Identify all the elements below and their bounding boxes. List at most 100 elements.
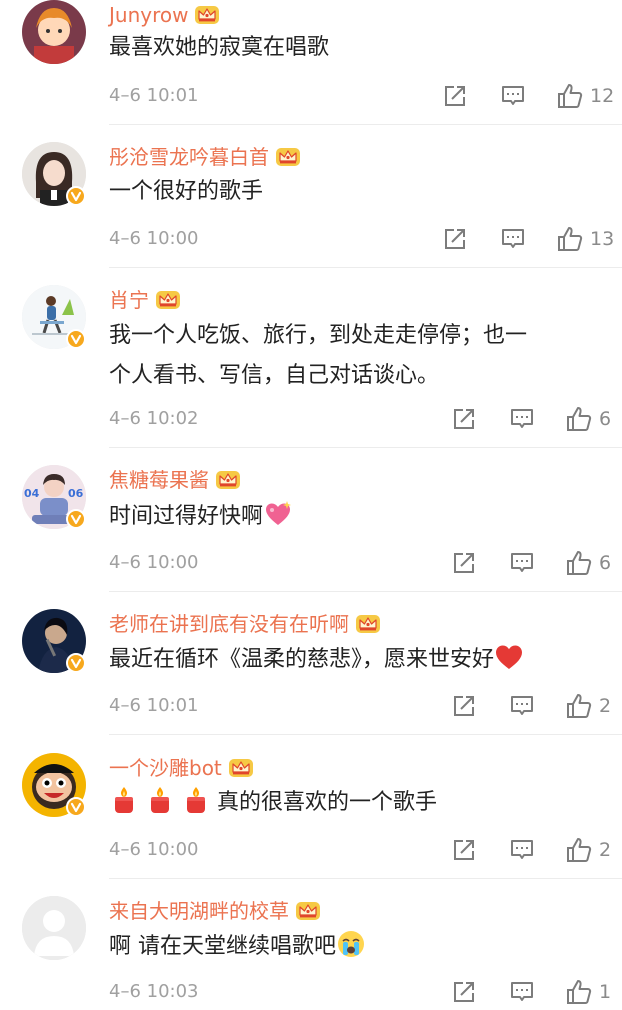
username[interactable]: Junyrow bbox=[109, 0, 220, 30]
username[interactable]: 来自大明湖畔的校草 bbox=[109, 896, 321, 926]
crown-badge-icon bbox=[215, 469, 241, 491]
like-button[interactable]: 1 bbox=[565, 976, 611, 1008]
like-button[interactable]: 2 bbox=[565, 834, 611, 866]
reply-button[interactable] bbox=[509, 406, 535, 432]
like-count: 12 bbox=[590, 85, 615, 107]
repost-button[interactable] bbox=[451, 550, 477, 576]
like-count: 13 bbox=[590, 228, 615, 250]
repost-button[interactable] bbox=[451, 837, 477, 863]
verified-v-icon bbox=[66, 186, 86, 206]
comment-text-line: 最喜欢她的寂寞在唱歌 bbox=[109, 28, 604, 68]
comment-actions: 4–6 10:01 2 bbox=[0, 690, 622, 722]
crown-badge-icon bbox=[228, 757, 254, 779]
avatar[interactable] bbox=[22, 0, 86, 64]
comment-icon bbox=[500, 229, 526, 256]
repost-button[interactable] bbox=[451, 693, 477, 719]
comment-actions: 4–6 10:00 6 bbox=[0, 547, 622, 579]
repost-icon bbox=[442, 229, 468, 256]
repost-icon bbox=[451, 696, 477, 723]
reply-button[interactable] bbox=[509, 979, 535, 1005]
repost-button[interactable] bbox=[451, 406, 477, 432]
comment-text-content: 啊 请在天堂继续唱歌吧 bbox=[109, 934, 336, 959]
username-text: 一个沙雕bot bbox=[109, 756, 222, 780]
comment-item: 彤沧雪龙吟暮白首一个很好的歌手 4–6 10:00 13 bbox=[0, 142, 622, 268]
thumbs-up-icon bbox=[565, 978, 593, 1006]
reply-button[interactable] bbox=[500, 226, 526, 252]
timestamp: 4–6 10:00 bbox=[109, 228, 199, 249]
like-button[interactable]: 6 bbox=[565, 403, 611, 435]
username[interactable]: 老师在讲到底有没有在听啊 bbox=[109, 609, 381, 639]
repost-button[interactable] bbox=[442, 83, 468, 109]
thumbs-up-icon bbox=[565, 836, 593, 864]
like-button[interactable]: 13 bbox=[556, 223, 614, 255]
comment-actions: 4–6 10:00 13 bbox=[0, 223, 622, 255]
comment-text-line: 一个很好的歌手 bbox=[109, 172, 604, 212]
reply-button[interactable] bbox=[509, 693, 535, 719]
timestamp: 4–6 10:00 bbox=[109, 839, 199, 860]
comment-text-line: 真的很喜欢的一个歌手 bbox=[109, 783, 604, 823]
red-heart-emoji bbox=[494, 642, 524, 672]
comment-item: 老师在讲到底有没有在听啊最近在循环《温柔的慈悲》，愿来世安好 4–6 10:01 2 bbox=[0, 609, 622, 735]
avatar[interactable] bbox=[22, 896, 86, 960]
thumbs-up-icon bbox=[565, 405, 593, 433]
comment-text: 最喜欢她的寂寞在唱歌 bbox=[109, 28, 604, 68]
comment-text-line: 最近在循环《温柔的慈悲》，愿来世安好 bbox=[109, 640, 604, 680]
comment-actions: 4–6 10:03 1 bbox=[0, 976, 622, 1008]
avatar-text-left: 04 bbox=[24, 487, 40, 500]
comment-text-line: 啊 请在天堂继续唱歌吧 bbox=[109, 927, 604, 967]
comment-text-content: 个人看书、写信，自己对话谈心。 bbox=[109, 363, 440, 388]
verified-v-icon bbox=[66, 329, 86, 349]
divider bbox=[109, 878, 622, 879]
username[interactable]: 肖宁 bbox=[109, 285, 181, 315]
comment-text: 真的很喜欢的一个歌手 bbox=[109, 783, 604, 823]
reply-button[interactable] bbox=[509, 837, 535, 863]
crown-badge-icon bbox=[355, 613, 381, 635]
reply-button[interactable] bbox=[509, 550, 535, 576]
verified-v-icon bbox=[66, 509, 86, 529]
comment-icon bbox=[500, 86, 526, 113]
comment-text: 一个很好的歌手 bbox=[109, 172, 604, 212]
comment-text-content: 最近在循环《温柔的慈悲》，愿来世安好 bbox=[109, 647, 495, 672]
repost-button[interactable] bbox=[451, 979, 477, 1005]
comment-text: 啊 请在天堂继续唱歌吧 bbox=[109, 927, 604, 967]
verified-v-icon bbox=[66, 797, 86, 817]
candle-emoji bbox=[181, 785, 211, 815]
repost-icon bbox=[451, 840, 477, 867]
crown-badge-icon bbox=[295, 900, 321, 922]
avatar-text-right: 06 bbox=[68, 487, 84, 500]
comment-text: 时间过得好快啊 bbox=[109, 497, 604, 537]
like-button[interactable]: 6 bbox=[565, 547, 611, 579]
crying-face-emoji bbox=[336, 929, 366, 959]
username[interactable]: 彤沧雪龙吟暮白首 bbox=[109, 142, 301, 172]
comment-item: 一个沙雕bot 真的很喜欢的一个歌手 4–6 10:00 2 bbox=[0, 753, 622, 879]
thumbs-up-icon bbox=[565, 692, 593, 720]
like-button[interactable]: 2 bbox=[565, 690, 611, 722]
comment-text: 最近在循环《温柔的慈悲》，愿来世安好 bbox=[109, 640, 604, 680]
username-text: Junyrow bbox=[109, 3, 189, 27]
comment-icon bbox=[509, 553, 535, 580]
comment-actions: 4–6 10:02 6 bbox=[0, 403, 622, 435]
username[interactable]: 焦糖莓果酱 bbox=[109, 465, 241, 495]
comment-item: 来自大明湖畔的校草啊 请在天堂继续唱歌吧 4–6 10:03 1 bbox=[0, 896, 622, 1004]
crown-badge-icon bbox=[155, 289, 181, 311]
repost-icon bbox=[451, 409, 477, 436]
username[interactable]: 一个沙雕bot bbox=[109, 753, 254, 783]
comment-item: 肖宁 我一个人吃饭、旅行，到处走走停停；也一个人看书、写信，自己对话谈心。 4–6 … bbox=[0, 285, 622, 448]
candle-emoji bbox=[145, 785, 175, 815]
comment-text-line: 我一个人吃饭、旅行，到处走走停停；也一 bbox=[109, 316, 604, 356]
like-button[interactable]: 12 bbox=[556, 80, 614, 112]
divider bbox=[109, 591, 622, 592]
comment-text-content: 最喜欢她的寂寞在唱歌 bbox=[109, 35, 330, 60]
username-text: 老师在讲到底有没有在听啊 bbox=[109, 612, 349, 636]
like-count: 2 bbox=[599, 839, 612, 861]
sparkling-heart-emoji bbox=[263, 499, 293, 529]
timestamp: 4–6 10:01 bbox=[109, 695, 199, 716]
reply-button[interactable] bbox=[500, 83, 526, 109]
comment-icon bbox=[509, 696, 535, 723]
comment-text: 我一个人吃饭、旅行，到处走走停停；也一个人看书、写信，自己对话谈心。 bbox=[109, 316, 604, 396]
crown-badge-icon bbox=[275, 146, 301, 168]
comment-icon bbox=[509, 409, 535, 436]
repost-button[interactable] bbox=[442, 226, 468, 252]
username-text: 彤沧雪龙吟暮白首 bbox=[109, 145, 269, 169]
repost-icon bbox=[451, 553, 477, 580]
